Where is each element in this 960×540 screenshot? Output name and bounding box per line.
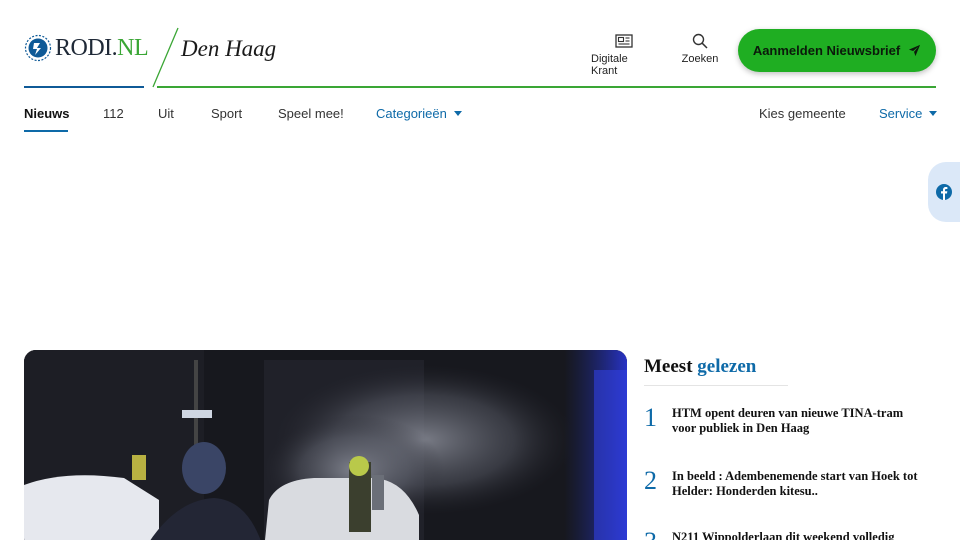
most-read-item[interactable]: 2 In beeld : Adembenemende start van Hoe… bbox=[644, 467, 924, 499]
digitale-krant-button[interactable]: Digitale Krant bbox=[591, 33, 657, 77]
site-header: RODI.NL Den Haag Digitale Krant Zoeken A… bbox=[0, 0, 960, 88]
nav-item-categorieen-label: Categorieën bbox=[376, 106, 447, 121]
search-label: Zoeken bbox=[681, 53, 719, 65]
nav-item-112[interactable]: 112 bbox=[103, 106, 124, 121]
most-read-rank: 2 bbox=[644, 466, 657, 495]
most-read-item[interactable]: 3 N211 Wippolderlaan dit weekend volledi… bbox=[644, 528, 924, 540]
nav-item-sport[interactable]: Sport bbox=[211, 106, 242, 121]
caret-down-icon bbox=[453, 111, 462, 116]
most-read-title[interactable]: In beeld : Adembenemende start van Hoek … bbox=[672, 467, 922, 499]
most-read-rank: 1 bbox=[644, 403, 657, 432]
most-read-rank: 3 bbox=[644, 528, 672, 540]
most-read-item[interactable]: 1 HTM opent deuren van nieuwe TINA-tram … bbox=[644, 404, 924, 436]
most-read-title[interactable]: HTM opent deuren van nieuwe TINA-tram vo… bbox=[672, 404, 922, 436]
main-nav: Nieuws 112 Uit Sport Speel mee! Categori… bbox=[0, 104, 960, 134]
site-logo[interactable]: RODI.NL bbox=[24, 34, 149, 62]
logo-wordmark: RODI.NL bbox=[55, 34, 149, 61]
hero-photo bbox=[24, 350, 627, 540]
search-icon bbox=[692, 33, 708, 49]
newspaper-icon bbox=[615, 34, 633, 48]
most-read-title[interactable]: N211 Wippolderlaan dit weekend volledig bbox=[672, 528, 922, 540]
caret-down-icon bbox=[929, 111, 938, 116]
nav-item-uit[interactable]: Uit bbox=[158, 106, 174, 121]
facebook-icon bbox=[936, 184, 952, 200]
rodi-logo-icon bbox=[24, 34, 52, 62]
nav-active-indicator bbox=[24, 130, 68, 132]
header-divider bbox=[157, 86, 936, 88]
newsletter-signup-button[interactable]: Aanmelden Nieuwsbrief bbox=[738, 29, 936, 72]
facebook-share-button[interactable] bbox=[928, 162, 960, 222]
most-read-heading: Meest gelezen bbox=[644, 356, 757, 377]
nav-item-service-label: Service bbox=[879, 106, 923, 121]
search-button[interactable]: Zoeken bbox=[680, 33, 720, 65]
newsletter-signup-label: Aanmelden Nieuwsbrief bbox=[752, 43, 901, 58]
featured-article-image[interactable] bbox=[24, 350, 627, 540]
nav-item-kies-gemeente[interactable]: Kies gemeente bbox=[759, 106, 846, 121]
digitale-krant-label: Digitale Krant bbox=[591, 53, 628, 77]
nav-item-speel-mee[interactable]: Speel mee! bbox=[278, 106, 344, 121]
most-read-divider bbox=[644, 385, 788, 386]
nav-item-nieuws[interactable]: Nieuws bbox=[24, 106, 70, 121]
paper-plane-icon bbox=[909, 44, 921, 57]
divider-slash bbox=[152, 27, 179, 88]
nav-item-service[interactable]: Service bbox=[879, 106, 938, 121]
city-name: Den Haag bbox=[181, 36, 277, 61]
logo-underline bbox=[24, 86, 144, 88]
nav-item-categorieen[interactable]: Categorieën bbox=[376, 106, 462, 121]
